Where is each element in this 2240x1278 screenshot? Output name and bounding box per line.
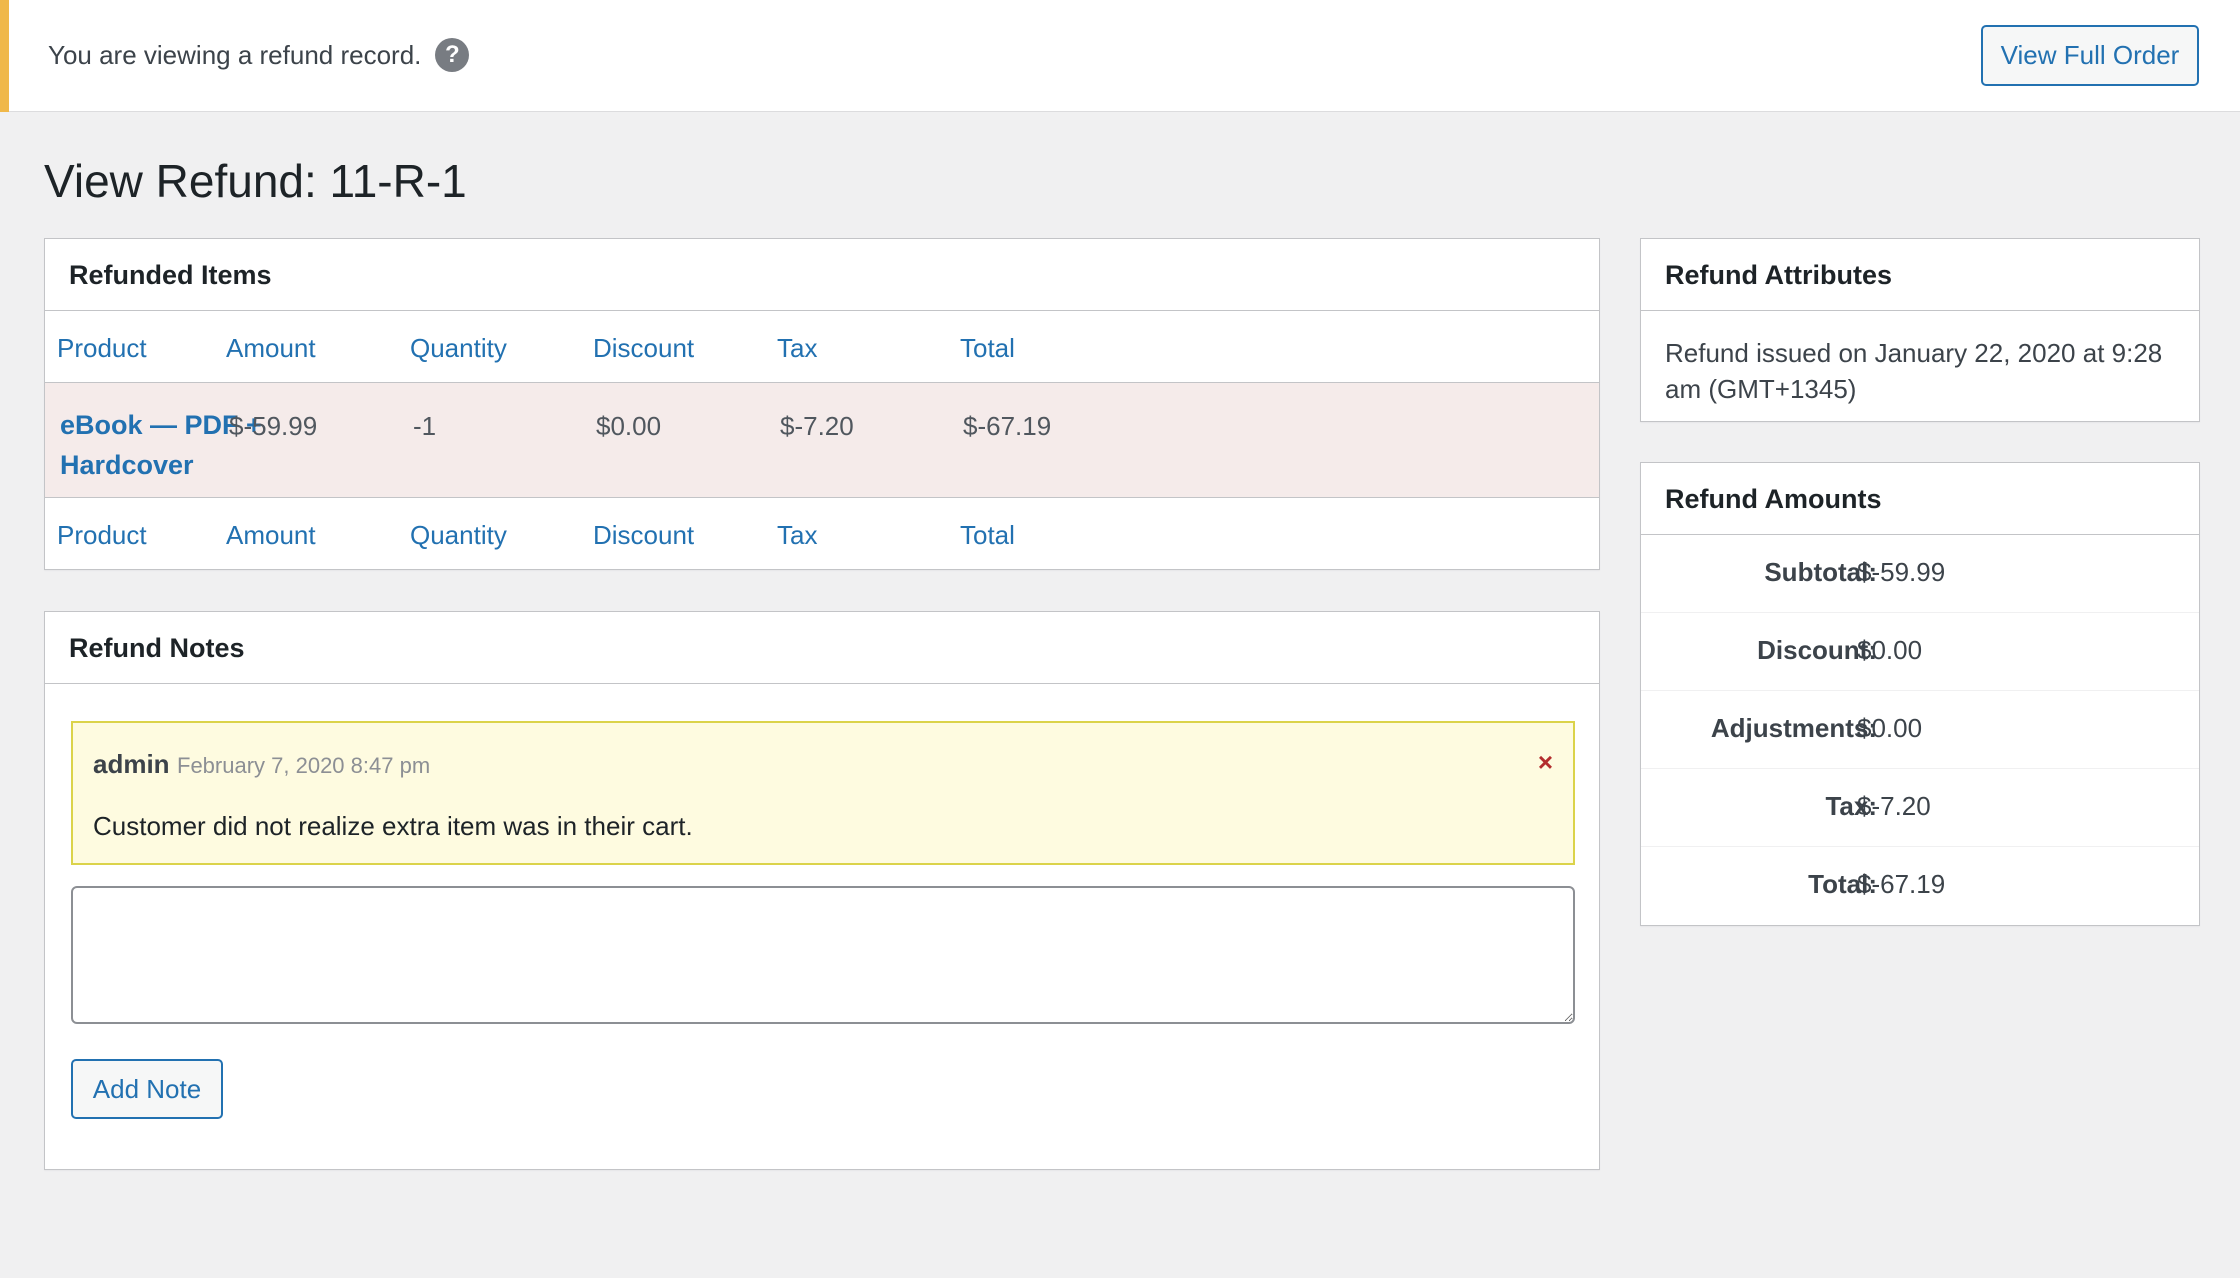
refund-notice-bar: You are viewing a refund record. ? View … [0,0,2240,112]
adjustments-label: Adjustments: [1710,713,1877,743]
column-footer-quantity[interactable]: Quantity [410,520,507,551]
refund-notes-panel: Refund Notes admin February 7, 2020 8:47… [44,611,1600,1170]
column-footer-amount[interactable]: Amount [226,520,316,551]
discount-cell: $0.00 [596,411,662,441]
column-footer-tax[interactable]: Tax [777,520,817,551]
subtotal-value: $-59.99 [1857,557,1946,587]
amount-row-adjustments: Adjustments: $0.00 [1641,691,2199,769]
tax-value: $-7.20 [1857,791,1931,821]
note-date: February 7, 2020 8:47 pm [177,753,431,778]
column-header-product[interactable]: Product [57,333,147,364]
discount-value: $0.00 [1857,635,1923,665]
amount-row-total: Total: $-67.19 [1641,847,2199,925]
total-value: $-67.19 [1857,869,1946,899]
note-textarea[interactable] [71,886,1575,1024]
notice-text: You are viewing a refund record. [48,39,422,70]
add-note-button[interactable]: Add Note [71,1059,223,1119]
refund-issued-text: Refund issued on January 22, 2020 at 9:2… [1665,338,2163,404]
note-item: admin February 7, 2020 8:47 pm × Custome… [71,721,1575,865]
table-row: eBook — PDF + Hardcover $-59.99 -1 $0.00… [45,383,1599,497]
notice-accent-stripe [0,0,9,112]
note-text: Customer did not realize extra item was … [93,811,693,841]
column-footer-total[interactable]: Total [960,520,1015,551]
column-footer-discount[interactable]: Discount [593,520,694,551]
question-mark-icon[interactable]: ? [435,38,470,72]
amount-row-tax: Tax: $-7.20 [1641,769,2199,847]
column-header-total[interactable]: Total [960,333,1015,364]
column-header-tax[interactable]: Tax [777,333,817,364]
refunded-items-panel: Refunded Items Product Amount Quantity D… [44,238,1600,570]
refund-attributes-title: Refund Attributes [1641,239,2199,311]
refund-amounts-panel: Refund Amounts Subtotal: $-59.99 Discoun… [1640,462,2200,926]
refund-notes-title: Refund Notes [45,612,1599,684]
column-header-amount[interactable]: Amount [226,333,316,364]
total-cell: $-67.19 [963,411,1052,441]
amount-row-subtotal: Subtotal: $-59.99 [1641,535,2199,613]
tax-cell: $-7.20 [780,411,854,441]
amount-row-discount: Discount: $0.00 [1641,613,2199,691]
refund-amounts-title: Refund Amounts [1641,463,2199,535]
amount-cell: $-59.99 [229,411,318,441]
column-header-discount[interactable]: Discount [593,333,694,364]
quantity-cell: -1 [413,411,437,441]
refunded-items-title: Refunded Items [45,239,1599,311]
column-footer-product[interactable]: Product [57,520,147,551]
page-title: View Refund: 11-R-1 [44,155,467,207]
items-table-footer: Product Amount Quantity Discount Tax Tot… [45,497,1599,569]
adjustments-value: $0.00 [1857,713,1923,743]
delete-note-icon[interactable]: × [1538,747,1553,778]
note-author: admin [93,749,170,779]
view-full-order-button[interactable]: View Full Order [1981,25,2199,86]
amounts-list: Subtotal: $-59.99 Discount: $0.00 Adjust… [1641,535,2199,925]
items-table-header: Product Amount Quantity Discount Tax Tot… [45,311,1599,383]
refund-attributes-panel: Refund Attributes Refund issued on Janua… [1640,238,2200,422]
notice-message: You are viewing a refund record. ? [48,38,470,72]
column-header-quantity[interactable]: Quantity [410,333,507,364]
